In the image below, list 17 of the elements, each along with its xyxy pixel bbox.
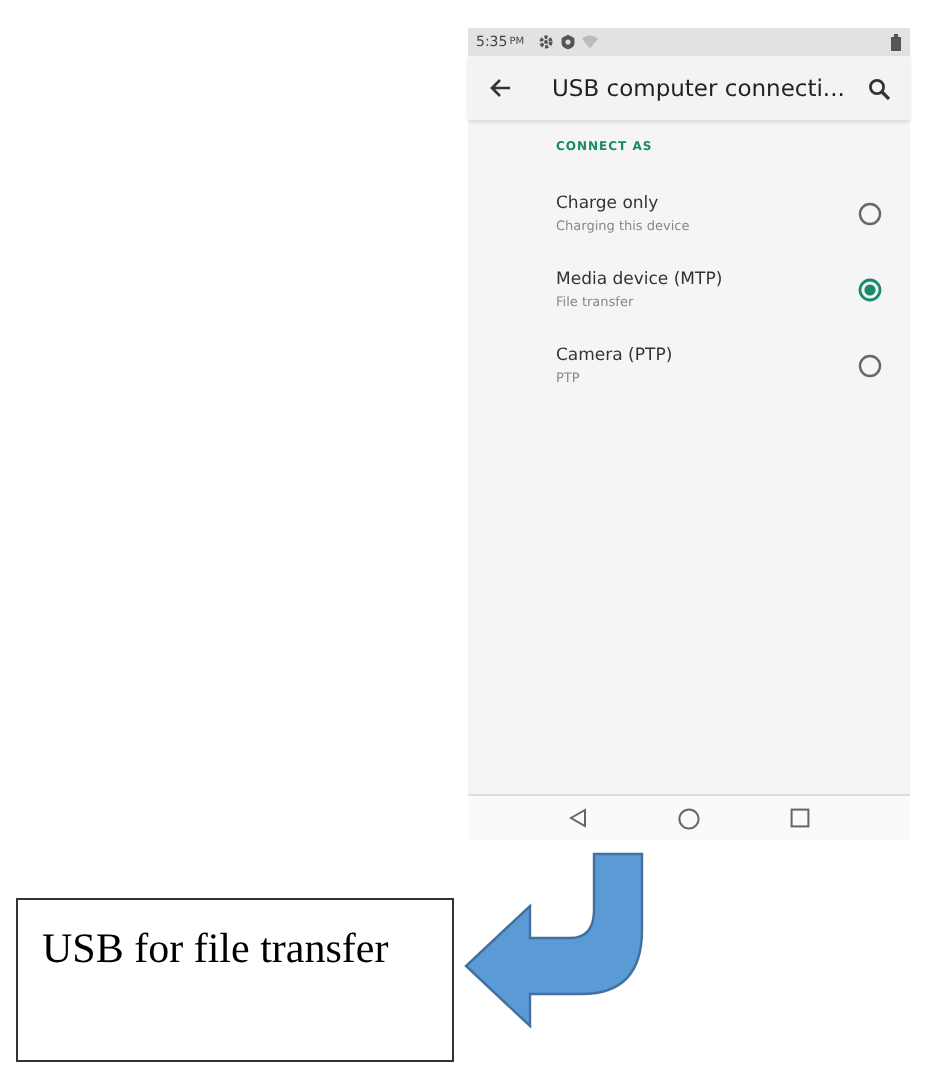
option-title: Media device (MTP) [556, 270, 725, 290]
recents-icon[interactable] [790, 808, 810, 828]
callout-box: USB for file transfer [16, 898, 454, 1062]
radio-button[interactable] [858, 354, 882, 378]
back-arrow-icon[interactable] [488, 76, 512, 100]
home-icon[interactable] [678, 807, 700, 829]
gear-icon [538, 34, 555, 50]
radio-button[interactable] [858, 202, 882, 226]
battery-icon [890, 33, 902, 51]
option-title: Charge only [556, 194, 661, 214]
search-icon[interactable] [868, 77, 890, 99]
back-icon[interactable] [568, 808, 588, 828]
shield-icon [560, 34, 577, 50]
wifi-icon [582, 34, 599, 50]
option-title: Camera (PTP) [556, 346, 675, 366]
screen-title: USB computer connecti... [552, 74, 847, 102]
radio-button[interactable] [858, 278, 882, 302]
